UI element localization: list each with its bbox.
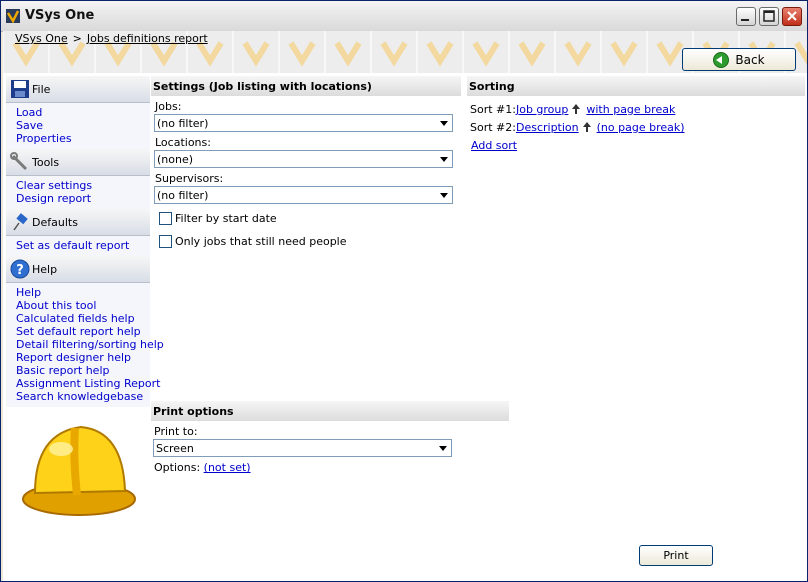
app-logo-icon — [6, 9, 20, 23]
maximize-icon — [763, 10, 775, 22]
main-window: VSys One VSys One > Jobs definitions repor… — [0, 0, 808, 582]
maximize-button[interactable] — [759, 7, 779, 26]
pushpin-icon — [13, 213, 28, 231]
options-label: Options: — [154, 461, 201, 474]
locations-dropdown[interactable]: (none) — [154, 150, 453, 168]
chevron-down-icon[interactable] — [437, 152, 451, 166]
minimize-button[interactable] — [736, 7, 756, 26]
sidebar-item-set-default-report[interactable]: Set as default report — [16, 239, 150, 252]
sort-2-break-link[interactable]: (no page break) — [597, 121, 685, 134]
sidebar-header-help[interactable]: ? Help — [6, 256, 150, 283]
sort-row: Sort #1:Job group with page break — [470, 103, 675, 116]
sidebar-item-search-knowledgebase[interactable]: Search knowledgebase — [16, 390, 150, 403]
breadcrumb: VSys One > Jobs definitions report — [15, 32, 208, 45]
sidebar-items-help: Help About this tool Calculated fields h… — [6, 283, 164, 407]
options-value-link[interactable]: (not set) — [204, 461, 251, 474]
sidebar-items-file: Load Save Properties — [6, 103, 150, 149]
sort-row: Sort #2:Description (no page break) — [470, 121, 685, 134]
filter-start-date-label: Filter by start date — [175, 212, 277, 225]
sorting-header: Sorting — [467, 76, 805, 96]
sidebar-item-calculated-fields-help[interactable]: Calculated fields help — [16, 312, 150, 325]
sidebar-item-clear-settings[interactable]: Clear settings — [16, 179, 150, 192]
title-bar[interactable]: VSys One — [1, 1, 807, 32]
breadcrumb-root-link[interactable]: VSys One — [15, 32, 68, 45]
sort-1-field-link[interactable]: Job group — [516, 103, 568, 116]
sort-ascending-icon[interactable] — [582, 122, 592, 132]
sidebar-header-label: Help — [32, 263, 58, 276]
sort-1-label: Sort #1: — [470, 103, 516, 116]
print-button[interactable]: Print — [639, 545, 713, 566]
sidebar: File Load Save Properties Tools Clear se… — [6, 76, 164, 407]
sidebar-items-defaults: Set as default report — [6, 236, 150, 256]
locations-dropdown-value: (none) — [157, 153, 194, 166]
sidebar-header-label: Tools — [32, 156, 60, 169]
close-button[interactable] — [782, 7, 802, 26]
svg-text:?: ? — [16, 263, 24, 278]
jobs-dropdown-value: (no filter) — [157, 117, 209, 130]
settings-header: Settings (Job listing with locations) — [151, 76, 461, 96]
back-button[interactable]: Back — [682, 48, 796, 71]
jobs-label: Jobs: — [155, 100, 182, 113]
sidebar-item-save[interactable]: Save — [16, 119, 150, 132]
minimize-icon — [741, 19, 749, 21]
print-to-label: Print to: — [154, 425, 198, 438]
sidebar-item-set-default-report-help[interactable]: Set default report help — [16, 325, 150, 338]
sidebar-item-about-this-tool[interactable]: About this tool — [16, 299, 150, 312]
chevron-down-icon[interactable] — [436, 441, 450, 455]
sidebar-header-tools[interactable]: Tools — [6, 149, 150, 176]
sidebar-header-label: File — [32, 83, 51, 96]
supervisors-dropdown-value: (no filter) — [157, 189, 209, 202]
sidebar-item-help[interactable]: Help — [16, 286, 150, 299]
sidebar-header-file[interactable]: File — [6, 76, 150, 103]
sidebar-section-file: File Load Save Properties — [6, 76, 150, 149]
sidebar-header-defaults[interactable]: Defaults — [6, 209, 150, 236]
sidebar-section-tools: Tools Clear settings Design report — [6, 149, 150, 209]
sidebar-item-report-designer-help[interactable]: Report designer help — [16, 351, 150, 364]
jobs-dropdown[interactable]: (no filter) — [154, 114, 453, 132]
sidebar-section-help: ? Help Help About this tool Calculated f… — [6, 256, 164, 407]
back-button-label: Back — [735, 52, 765, 67]
sidebar-items-tools: Clear settings Design report — [6, 176, 150, 209]
supervisors-label: Supervisors: — [155, 172, 224, 185]
chevron-down-icon[interactable] — [437, 188, 451, 202]
options-row: Options: (not set) — [154, 461, 251, 474]
window-title: VSys One — [25, 8, 95, 23]
breadcrumb-separator: > — [72, 32, 82, 45]
add-sort-link[interactable]: Add sort — [471, 139, 517, 152]
help-question-icon: ? — [10, 259, 30, 279]
wrench-icon — [10, 152, 28, 171]
sidebar-item-basic-report-help[interactable]: Basic report help — [16, 364, 150, 377]
print-to-dropdown[interactable]: Screen — [153, 439, 452, 457]
sidebar-item-assignment-listing-report[interactable]: Assignment Listing Report — [16, 377, 160, 390]
filter-start-date-checkbox[interactable] — [159, 212, 172, 225]
sidebar-item-design-report[interactable]: Design report — [16, 192, 150, 205]
content-area: File Load Save Properties Tools Clear se… — [3, 73, 807, 581]
sort-ascending-icon[interactable] — [572, 104, 581, 114]
print-to-dropdown-value: Screen — [156, 442, 194, 455]
close-icon — [787, 11, 797, 21]
sidebar-section-defaults: Defaults Set as default report — [6, 209, 150, 256]
sort-2-field-link[interactable]: Description — [516, 121, 579, 134]
sidebar-item-properties[interactable]: Properties — [16, 132, 150, 145]
print-options-header: Print options — [151, 401, 509, 421]
sidebar-header-label: Defaults — [32, 216, 78, 229]
breadcrumb-current-link[interactable]: Jobs definitions report — [87, 32, 208, 45]
locations-label: Locations: — [155, 136, 211, 149]
sort-1-break-link[interactable]: with page break — [586, 103, 675, 116]
breadcrumb-bar: VSys One > Jobs definitions report Back — [3, 31, 807, 73]
back-arrow-icon — [713, 51, 730, 68]
supervisors-dropdown[interactable]: (no filter) — [154, 186, 453, 204]
need-people-label: Only jobs that still need people — [175, 235, 347, 248]
sort-2-label: Sort #2: — [470, 121, 516, 134]
sidebar-item-detail-filtering-help[interactable]: Detail filtering/sorting help — [16, 338, 164, 351]
need-people-checkbox[interactable] — [159, 235, 172, 248]
sidebar-item-load[interactable]: Load — [16, 106, 150, 119]
floppy-disk-icon — [11, 80, 29, 98]
hard-hat-icon — [22, 425, 136, 516]
chevron-down-icon[interactable] — [437, 116, 451, 130]
